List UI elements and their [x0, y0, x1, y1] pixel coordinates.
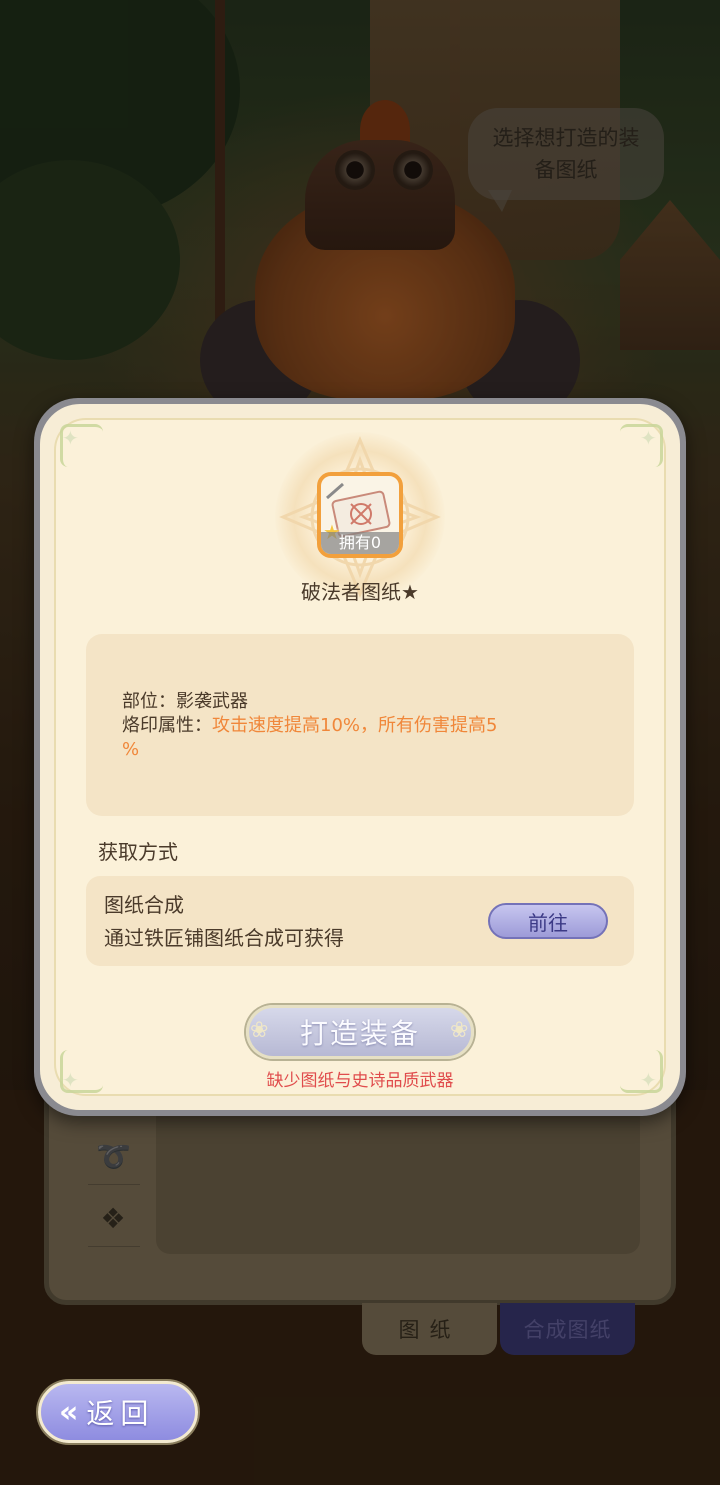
sparkle-icon: ✦: [62, 426, 79, 450]
craft-requirement-hint: 缺少图纸与史诗品质武器: [266, 1071, 454, 1091]
imprint-label: 烙印属性：: [122, 715, 212, 736]
back-button-label: 返回: [86, 1397, 155, 1430]
goto-button[interactable]: 前往: [488, 903, 608, 939]
craft-button-label: 打造装备: [299, 1017, 420, 1050]
back-button[interactable]: « 返回: [38, 1381, 198, 1443]
goto-button-label: 前往: [528, 910, 568, 935]
blueprint-item-icon[interactable]: ★ 拥有0: [317, 472, 403, 558]
imprint-row: 烙印属性：攻击速度提高10%，所有伤害提高5: [122, 714, 497, 738]
swirl-ornament-icon: ❀: [450, 1018, 469, 1043]
slot-label: 部位：: [122, 691, 176, 712]
craft-equipment-button[interactable]: 打造装备: [246, 1005, 474, 1059]
imprint-value: 攻击速度提高10%，所有伤害提高5: [212, 715, 498, 736]
sparkle-icon: ✦: [640, 426, 657, 450]
acquire-method-name: 图纸合成: [104, 893, 184, 917]
acquire-method-desc: 通过铁匠铺图纸合成可获得: [104, 926, 344, 950]
owned-count: 拥有0: [321, 532, 399, 554]
item-name: 破法者图纸★: [301, 580, 419, 604]
acquire-title: 获取方式: [98, 840, 178, 864]
back-arrow-icon: «: [59, 1394, 79, 1430]
slot-value: 影袭武器: [176, 691, 248, 712]
imprint-value-wrap: %: [122, 739, 140, 760]
swirl-ornament-icon: ❀: [250, 1018, 269, 1043]
slot-row: 部位：影袭武器: [122, 690, 248, 714]
